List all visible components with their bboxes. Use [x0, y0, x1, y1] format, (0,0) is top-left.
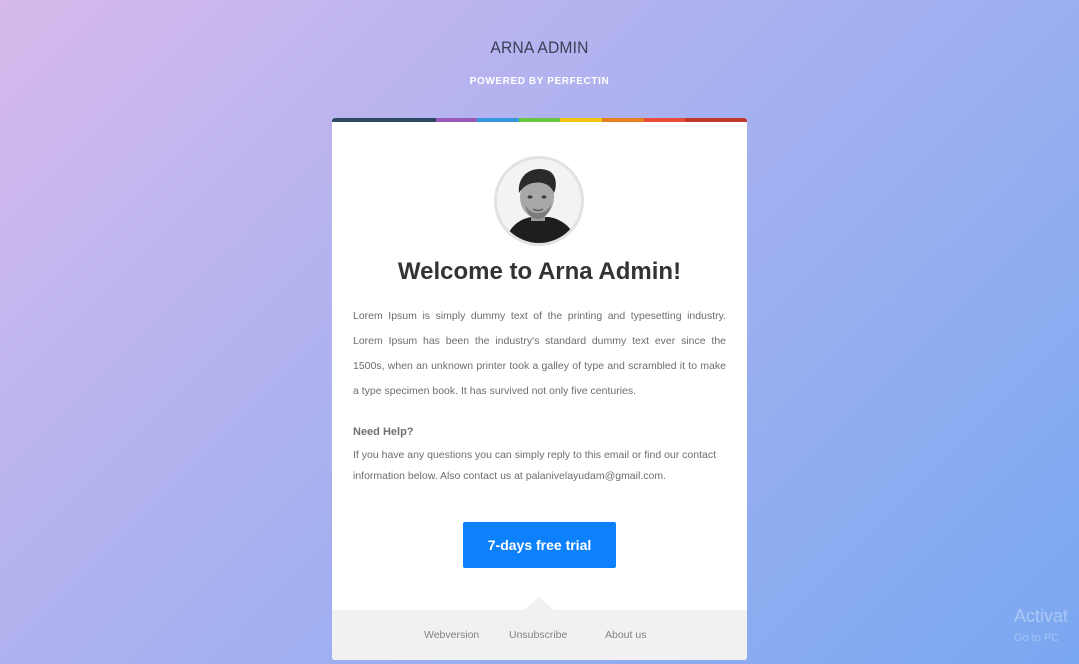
email-footer: Webversion Unsubscribe About us [332, 597, 747, 660]
strip-segment [560, 118, 602, 122]
strip-segment [602, 118, 644, 122]
free-trial-button[interactable]: 7-days free trial [463, 522, 616, 568]
strip-segment [332, 118, 436, 122]
strip-segment [519, 118, 560, 122]
strip-segment [436, 118, 477, 122]
activation-watermark-sub: Go to PC [1014, 632, 1060, 644]
strip-segment [477, 118, 519, 122]
about-us-link[interactable]: About us [605, 629, 646, 641]
help-paragraph: If you have any questions you can simply… [353, 449, 717, 482]
unsubscribe-link[interactable]: Unsubscribe [509, 629, 567, 641]
strip-segment [644, 118, 685, 122]
brand-subtitle: POWERED BY PERFECTIN [469, 76, 610, 87]
footer-notch [524, 597, 554, 610]
avatar-photo [497, 159, 581, 243]
color-strip [332, 118, 747, 122]
intro-paragraph: Lorem Ipsum is simply dummy text of the … [353, 310, 726, 397]
email-card: Welcome to Arna Admin! Lorem Ipsum is si… [332, 118, 747, 660]
strip-segment [685, 118, 747, 122]
welcome-heading: Welcome to Arna Admin! [397, 258, 682, 285]
webversion-link[interactable]: Webversion [424, 629, 479, 641]
activation-watermark: Activat [1014, 606, 1069, 626]
help-heading: Need Help? [353, 426, 414, 438]
brand-title: ARNA ADMIN [490, 38, 589, 57]
avatar [494, 156, 584, 246]
